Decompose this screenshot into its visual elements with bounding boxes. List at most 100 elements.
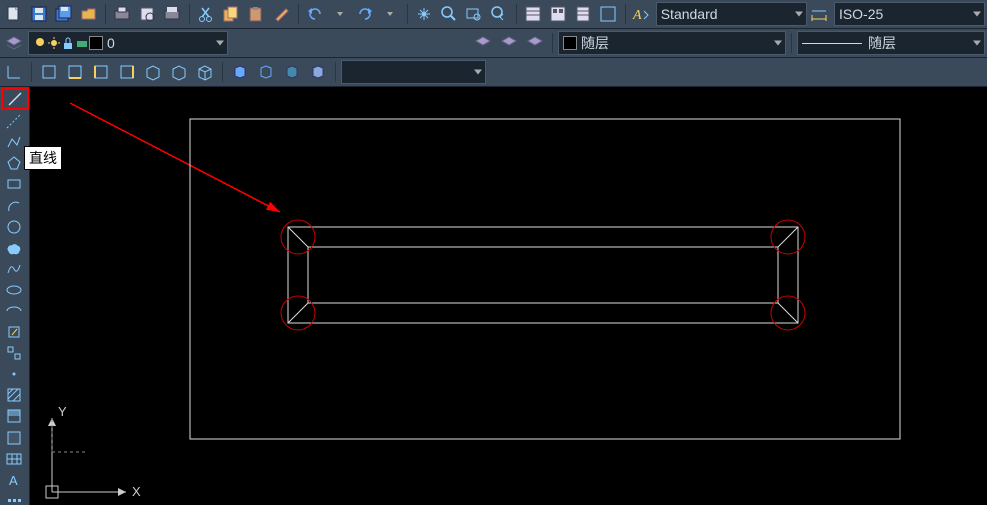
separator xyxy=(625,4,626,24)
match-properties-button[interactable] xyxy=(270,2,293,26)
paste-button[interactable] xyxy=(245,2,268,26)
print-preview-button[interactable] xyxy=(136,2,159,26)
visual-style-dropdown[interactable] xyxy=(341,60,486,84)
construction-line-button[interactable] xyxy=(1,111,27,131)
spline-button[interactable] xyxy=(1,259,27,279)
chamfer-line xyxy=(778,227,798,247)
undo-dropdown-button[interactable] xyxy=(329,2,352,26)
chevron-down-icon xyxy=(973,12,981,17)
table-button[interactable] xyxy=(1,449,27,469)
circle-button[interactable] xyxy=(1,217,27,237)
separator xyxy=(335,62,336,82)
ellipse-arc-button[interactable] xyxy=(1,301,27,321)
layer-state-button[interactable] xyxy=(497,31,521,55)
layer-manager-button[interactable] xyxy=(2,31,26,55)
zoom-realtime-button[interactable] xyxy=(438,2,461,26)
region-button[interactable] xyxy=(1,428,27,448)
outer-rectangle xyxy=(190,119,900,439)
ucs-icon: X Y xyxy=(38,396,148,505)
plot-button[interactable] xyxy=(111,2,134,26)
arc-button[interactable] xyxy=(1,195,27,215)
tool-palettes-button[interactable] xyxy=(572,2,595,26)
lightbulb-icon xyxy=(33,36,47,50)
revision-cloud-button[interactable] xyxy=(1,238,27,258)
open-button[interactable] xyxy=(77,2,100,26)
hatch-button[interactable] xyxy=(1,385,27,405)
point-button[interactable] xyxy=(1,364,27,384)
new-file-button[interactable] xyxy=(2,2,25,26)
redo-dropdown-button[interactable] xyxy=(379,2,402,26)
ucs-button[interactable] xyxy=(2,60,26,84)
chevron-down-icon xyxy=(474,70,482,75)
sheet-set-button[interactable] xyxy=(597,2,620,26)
redo-button[interactable] xyxy=(354,2,377,26)
chevron-down-icon xyxy=(216,41,224,46)
text-style-icon: A xyxy=(631,2,654,26)
gradient-button[interactable] xyxy=(1,406,27,426)
layer-previous-button[interactable] xyxy=(471,31,495,55)
cut-button[interactable] xyxy=(195,2,218,26)
chevron-down-icon xyxy=(774,41,782,46)
view-iso-button[interactable] xyxy=(193,60,217,84)
layer-name: 0 xyxy=(107,35,115,51)
chevron-down-icon xyxy=(795,12,803,17)
color-dropdown[interactable]: 随层 xyxy=(558,31,786,55)
view-top-button[interactable] xyxy=(37,60,61,84)
svg-text:A: A xyxy=(632,8,642,23)
chamfer-line xyxy=(288,303,308,323)
visual-style-wire-button[interactable] xyxy=(254,60,278,84)
dim-style-dropdown[interactable]: ISO-25 xyxy=(834,2,985,26)
undo-button[interactable] xyxy=(304,2,327,26)
ellipse-button[interactable] xyxy=(1,280,27,300)
chamfer-line xyxy=(288,227,308,247)
visual-style-hidden-button[interactable] xyxy=(280,60,304,84)
rectangle-button[interactable] xyxy=(1,174,27,194)
copy-button[interactable] xyxy=(220,2,243,26)
text-style-value: Standard xyxy=(661,6,718,22)
separator xyxy=(189,4,190,24)
text-style-dropdown[interactable]: Standard xyxy=(656,2,807,26)
svg-text:A: A xyxy=(9,473,18,488)
layer-iso-button[interactable] xyxy=(523,31,547,55)
view-right-button[interactable] xyxy=(115,60,139,84)
view-bottom-button[interactable] xyxy=(63,60,87,84)
drawing-svg xyxy=(30,87,987,505)
separator xyxy=(516,4,517,24)
linetype-dropdown[interactable]: 随层 xyxy=(797,31,985,55)
plot-icon xyxy=(75,36,89,50)
separator xyxy=(552,33,553,53)
insert-block-button[interactable] xyxy=(1,322,27,342)
separator xyxy=(105,4,106,24)
view-front-button[interactable] xyxy=(141,60,165,84)
ucs-y-label: Y xyxy=(58,404,67,419)
color-value: 随层 xyxy=(581,33,609,53)
zoom-previous-button[interactable] xyxy=(488,2,511,26)
visual-style-realistic-button[interactable] xyxy=(306,60,330,84)
view-left-button[interactable] xyxy=(89,60,113,84)
more-button[interactable] xyxy=(1,491,27,505)
linetype-value: 随层 xyxy=(868,33,896,53)
dim-style-icon xyxy=(809,2,832,26)
layer-dropdown[interactable]: 0 xyxy=(28,31,228,55)
text-button[interactable]: A xyxy=(1,470,27,490)
layer-color-swatch xyxy=(89,36,103,50)
properties-panel-button[interactable] xyxy=(522,2,545,26)
dim-style-value: ISO-25 xyxy=(839,6,883,22)
line-tool-button[interactable] xyxy=(1,88,29,110)
save-button[interactable] xyxy=(27,2,50,26)
visual-style-2d-button[interactable] xyxy=(228,60,252,84)
make-block-button[interactable] xyxy=(1,343,27,363)
drawing-canvas[interactable]: 直线 xyxy=(30,87,987,505)
view-back-button[interactable] xyxy=(167,60,191,84)
ucs-x-label: X xyxy=(132,484,141,499)
lock-icon xyxy=(61,36,75,50)
publish-button[interactable] xyxy=(161,2,184,26)
chamfer-line xyxy=(778,303,798,323)
linetype-sample xyxy=(802,43,862,44)
inner-rectangle xyxy=(288,227,798,323)
save-all-button[interactable] xyxy=(52,2,75,26)
color-swatch xyxy=(563,36,577,50)
design-center-button[interactable] xyxy=(547,2,570,26)
zoom-window-button[interactable] xyxy=(463,2,486,26)
pan-button[interactable] xyxy=(413,2,436,26)
